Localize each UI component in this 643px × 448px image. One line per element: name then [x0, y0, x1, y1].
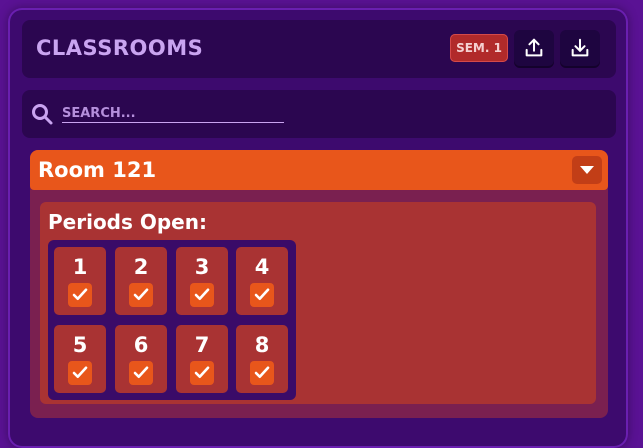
checkmark-icon [133, 288, 149, 301]
upload-icon [525, 38, 543, 57]
period-cell: 3 [176, 247, 228, 315]
period-cell: 7 [176, 325, 228, 393]
collapse-button[interactable] [572, 156, 602, 184]
download-button[interactable] [560, 30, 600, 66]
search-icon [32, 104, 53, 125]
period-cell: 1 [54, 247, 106, 315]
search-input[interactable] [62, 104, 284, 123]
checkmark-icon [194, 366, 210, 379]
semester-button[interactable]: SEM. 1 [450, 34, 508, 62]
header-bar: CLASSROOMS SEM. 1 [22, 20, 616, 78]
download-icon [571, 38, 589, 57]
periods-label: Periods Open: [48, 210, 207, 234]
checkmark-icon [254, 366, 270, 379]
period-checkbox[interactable] [250, 283, 274, 307]
triangle-down-icon [580, 166, 594, 174]
checkmark-icon [72, 288, 88, 301]
upload-button[interactable] [514, 30, 554, 66]
period-checkbox[interactable] [190, 283, 214, 307]
period-checkbox[interactable] [68, 361, 92, 385]
period-number: 1 [72, 255, 88, 279]
page-title: CLASSROOMS [36, 36, 204, 60]
period-number: 6 [133, 333, 149, 357]
period-cell: 6 [115, 325, 167, 393]
search-bar [22, 90, 616, 138]
periods-section: Periods Open: 1 2 3 4 5 6 7 8 [40, 202, 596, 404]
period-cell: 4 [236, 247, 288, 315]
period-checkbox[interactable] [68, 283, 92, 307]
period-checkbox[interactable] [250, 361, 274, 385]
checkmark-icon [72, 366, 88, 379]
room-card: Room 121 Periods Open: 1 2 3 4 5 6 7 8 [30, 150, 608, 418]
checkmark-icon [194, 288, 210, 301]
checkmark-icon [254, 288, 270, 301]
period-cell: 5 [54, 325, 106, 393]
period-number: 5 [72, 333, 88, 357]
checkmark-icon [133, 366, 149, 379]
periods-grid: 1 2 3 4 5 6 7 8 [48, 240, 296, 400]
period-checkbox[interactable] [129, 361, 153, 385]
period-number: 8 [254, 333, 270, 357]
period-number: 3 [194, 255, 210, 279]
period-number: 7 [194, 333, 210, 357]
period-checkbox[interactable] [129, 283, 153, 307]
period-cell: 8 [236, 325, 288, 393]
room-name: Room 121 [38, 158, 157, 182]
room-header[interactable]: Room 121 [30, 150, 608, 190]
period-number: 2 [133, 255, 149, 279]
period-checkbox[interactable] [190, 361, 214, 385]
period-number: 4 [254, 255, 270, 279]
period-cell: 2 [115, 247, 167, 315]
